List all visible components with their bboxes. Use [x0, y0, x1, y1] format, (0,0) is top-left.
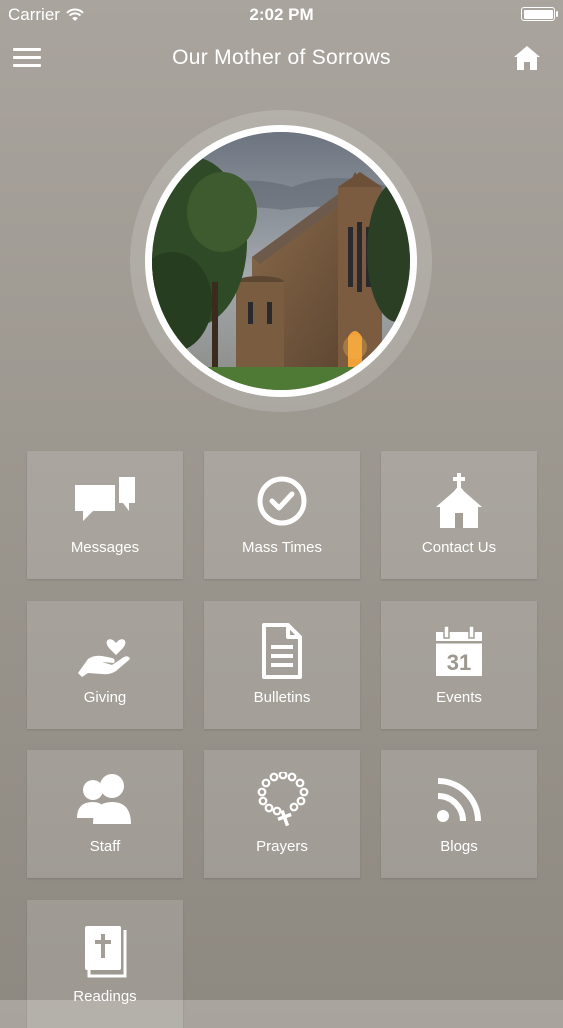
- tile-label: Giving: [83, 689, 127, 706]
- clock-check-icon: [257, 476, 307, 526]
- page-title: Our Mother of Sorrows: [172, 46, 391, 69]
- tile-giving[interactable]: Giving: [27, 601, 183, 729]
- tile-label: Bulletins: [253, 689, 311, 706]
- tile-messages[interactable]: Messages: [27, 451, 183, 579]
- tile-label: Blogs: [440, 838, 478, 855]
- hand-heart-icon: [78, 639, 130, 677]
- tile-bulletins[interactable]: Bulletins: [204, 601, 360, 729]
- tile-readings[interactable]: Readings: [27, 900, 183, 1028]
- status-bar: Carrier 2:02 PM: [0, 0, 563, 30]
- tile-label: Mass Times: [241, 539, 322, 556]
- tile-label: Prayers: [256, 838, 308, 855]
- chat-bubbles-icon: [75, 477, 135, 521]
- rosary-icon: [257, 772, 309, 827]
- tile-label: Events: [436, 689, 482, 706]
- tile-label: Staff: [89, 838, 121, 855]
- tile-contact-us[interactable]: Contact Us: [381, 451, 537, 579]
- rss-icon: [437, 778, 481, 822]
- tile-label: Readings: [73, 988, 137, 1005]
- battery-icon: [521, 7, 558, 21]
- tile-prayers[interactable]: Prayers: [204, 750, 360, 878]
- calendar-day: 31: [447, 650, 471, 675]
- calendar-icon: 31: [436, 625, 482, 676]
- tile-blogs[interactable]: Blogs: [381, 750, 537, 878]
- home-icon: [514, 46, 540, 70]
- tile-label: Messages: [70, 539, 140, 556]
- church-building-icon: [436, 473, 482, 528]
- people-icon: [77, 774, 131, 824]
- status-time: 2:02 PM: [249, 5, 314, 24]
- navigation-bar: Our Mother of Sorrows: [0, 36, 563, 80]
- tile-mass-times[interactable]: Mass Times: [204, 451, 360, 579]
- church-photo: [145, 125, 417, 397]
- tile-label: Contact Us: [421, 539, 497, 556]
- document-icon: [262, 623, 302, 679]
- tile-events[interactable]: 31 Events: [381, 601, 537, 729]
- bible-icon: [85, 926, 127, 978]
- home-button[interactable]: [513, 44, 541, 72]
- tile-staff[interactable]: Staff: [27, 750, 183, 878]
